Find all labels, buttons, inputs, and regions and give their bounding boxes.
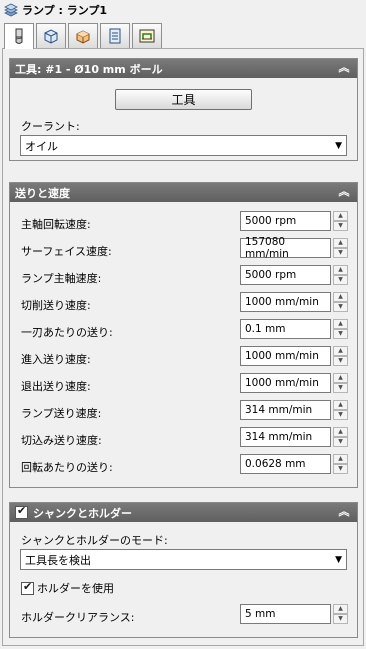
tab-strip [4,23,164,49]
spin-down-icon[interactable]: ▼ [333,464,348,474]
field-label: 主軸回転速度: [21,218,91,231]
tool-section: 工具: #1 - Ø10 mm ボール ︽ 工具 クーラント: オイル ▼ [9,58,358,161]
tool-section-title: 工具: #1 - Ø10 mm ボール [15,62,163,76]
spin-down-icon[interactable]: ▼ [333,383,348,393]
collapse-chevrons-icon[interactable]: ︽ [337,185,351,199]
holder-clearance-label: ホルダークリアランス: [21,611,135,624]
use-holder-option[interactable]: ホルダーを使用 [21,580,114,596]
document-list-icon [109,28,121,44]
ramp-operation-icon [4,3,18,17]
field-value[interactable]: 314 mm/min [240,427,331,447]
tab-passes[interactable] [100,23,130,48]
spin-up-icon[interactable]: ▲ [333,238,348,248]
field-label: 回転あたりの送り: [21,461,113,474]
window-title-bar: ランプ : ランプ1 [0,0,366,20]
spin-up-icon[interactable]: ▲ [333,400,348,410]
field-value[interactable]: 0.1 mm [240,319,331,339]
feeds-section-header[interactable]: 送りと速度 ︽ [10,183,357,202]
tab-heights[interactable] [68,23,98,48]
use-holder-label: ホルダーを使用 [37,582,114,595]
shank-mode-select[interactable]: 工具長を検出 ▼ [20,549,347,570]
holder-clearance-spinner[interactable]: 5 mm ▲ ▼ [240,604,350,624]
use-holder-checkbox[interactable] [21,580,34,595]
spin-up-icon[interactable]: ▲ [333,604,348,614]
shank-enable-checkbox[interactable] [15,504,28,519]
field-label: 切削送り速度: [21,299,91,312]
spin-up-icon[interactable]: ▲ [333,373,348,383]
spindle-speed-spinner[interactable]: 5000 rpm ▲ ▼ [240,211,350,231]
field-label: 進入送り速度: [21,353,91,366]
shank-section-header[interactable]: シャンクとホルダー ︽ [10,503,357,522]
field-value[interactable]: 5000 rpm [240,211,331,231]
coolant-label: クーラント: [21,120,80,133]
feeds-speeds-section: 送りと速度 ︽ 主軸回転速度: 5000 rpm ▲ ▼ サーフェイス速度: 15… [9,182,358,488]
surface-speed-spinner[interactable]: 157080 mm/min ▲ ▼ [240,236,350,260]
spin-down-icon[interactable]: ▼ [333,221,348,231]
plunge-feedrate-spinner[interactable]: 314 mm/min ▲ ▼ [240,427,350,447]
shank-mode-label: シャンクとホルダーのモード: [21,534,168,547]
field-value[interactable]: 0.0628 mm [240,454,331,474]
coolant-value: オイル [25,139,58,153]
stock-box-icon [76,30,90,44]
tool-section-header[interactable]: 工具: #1 - Ø10 mm ボール ︽ [10,59,357,78]
spin-up-icon[interactable]: ▲ [333,319,348,329]
cube-outline-icon [44,29,58,44]
lead-out-feedrate-spinner[interactable]: 1000 mm/min ▲ ▼ [240,373,350,393]
spin-down-icon[interactable]: ▼ [333,275,348,285]
linking-icon [139,29,155,43]
field-label: サーフェイス速度: [21,245,112,258]
shank-holder-section: シャンクとホルダー ︽ シャンクとホルダーのモード: 工具長を検出 ▼ ホルダー… [9,502,358,638]
properties-panel: 工具: #1 - Ø10 mm ボール ︽ 工具 クーラント: オイル ▼ 送り… [2,48,364,646]
field-value[interactable]: 5000 rpm [240,265,331,285]
feed-per-tooth-spinner[interactable]: 0.1 mm ▲ ▼ [240,319,350,339]
dropdown-arrow-icon: ▼ [335,555,342,565]
field-value[interactable]: 314 mm/min [240,400,331,420]
field-value[interactable]: 5 mm [240,604,331,624]
spin-down-icon[interactable]: ▼ [333,248,348,258]
spin-up-icon[interactable]: ▲ [333,346,348,356]
spin-down-icon[interactable]: ▼ [333,302,348,312]
field-value[interactable]: 1000 mm/min [240,346,331,366]
dropdown-arrow-icon: ▼ [335,141,342,151]
ramp-spindle-speed-spinner[interactable]: 5000 rpm ▲ ▼ [240,265,350,285]
select-tool-button[interactable]: 工具 [115,89,252,110]
coolant-select[interactable]: オイル ▼ [20,135,347,156]
field-value[interactable]: 1000 mm/min [240,373,331,393]
ramp-feedrate-spinner[interactable]: 314 mm/min ▲ ▼ [240,400,350,420]
spin-down-icon[interactable]: ▼ [333,437,348,447]
cutting-feedrate-spinner[interactable]: 1000 mm/min ▲ ▼ [240,292,350,312]
tool-icon [15,28,23,44]
tab-tool[interactable] [4,23,34,49]
field-label: 一刃あたりの送り: [21,326,113,339]
field-value[interactable]: 157080 mm/min [240,236,331,260]
lead-in-feedrate-spinner[interactable]: 1000 mm/min ▲ ▼ [240,346,350,366]
spin-up-icon[interactable]: ▲ [333,454,348,464]
spin-up-icon[interactable]: ▲ [333,292,348,302]
spin-down-icon[interactable]: ▼ [333,329,348,339]
tab-linking[interactable] [132,23,162,48]
feeds-section-title: 送りと速度 [15,186,70,200]
field-label: ランプ主軸速度: [21,272,102,285]
feed-per-revolution-spinner[interactable]: 0.0628 mm ▲ ▼ [240,454,350,474]
spin-down-icon[interactable]: ▼ [333,614,348,624]
field-value[interactable]: 1000 mm/min [240,292,331,312]
shank-mode-value: 工具長を検出 [25,553,91,567]
window-title: ランプ : ランプ1 [22,4,108,17]
spin-up-icon[interactable]: ▲ [333,427,348,437]
collapse-chevrons-icon[interactable]: ︽ [337,505,351,519]
spin-down-icon[interactable]: ▼ [333,356,348,366]
collapse-chevrons-icon[interactable]: ︽ [337,61,351,75]
field-label: 退出送り速度: [21,380,91,393]
field-label: ランプ送り速度: [21,407,102,420]
tab-geometry[interactable] [36,23,66,48]
spin-up-icon[interactable]: ▲ [333,211,348,221]
field-label: 切込み送り速度: [21,434,102,447]
spin-up-icon[interactable]: ▲ [333,265,348,275]
shank-section-title: シャンクとホルダー [33,506,132,520]
spin-down-icon[interactable]: ▼ [333,410,348,420]
